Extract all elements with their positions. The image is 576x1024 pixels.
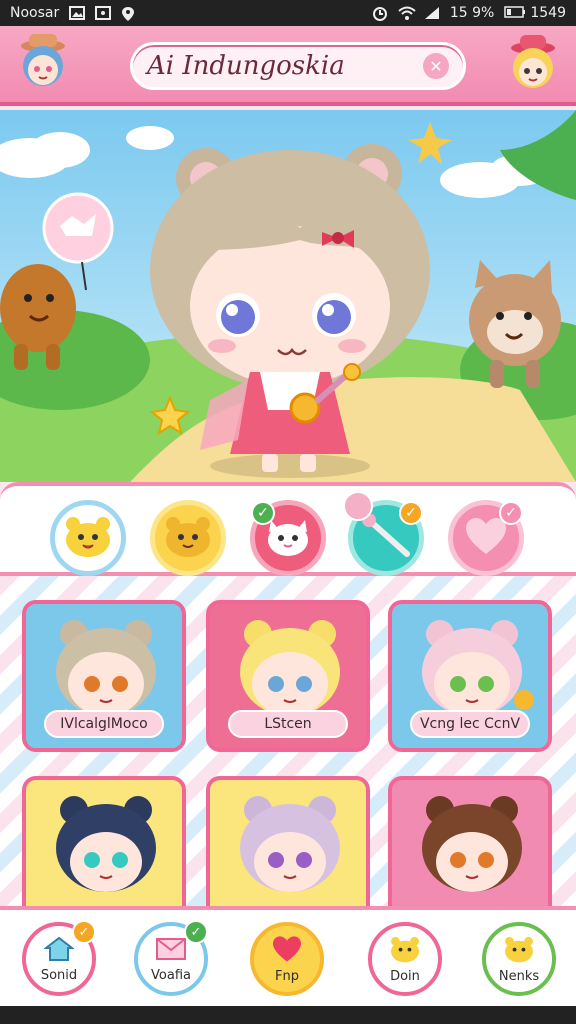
- lollipop-icon: [343, 491, 373, 521]
- clock: 1549: [530, 5, 566, 21]
- friend-avatar-icon[interactable]: [502, 32, 564, 94]
- image-icon: [69, 6, 86, 20]
- close-icon[interactable]: ✕: [423, 53, 449, 79]
- status-bar: Noosar 15 9% 1549: [0, 0, 576, 26]
- nav-nenks[interactable]: Nenks: [482, 922, 556, 996]
- bear-face-icon: [63, 514, 113, 562]
- card-label: LStcen: [228, 710, 348, 738]
- check-icon: ✓: [72, 920, 96, 944]
- character-grid: IVlcalglMoco LStcen Vcng lec CcnV: [0, 576, 576, 906]
- character-portrait: [56, 620, 156, 718]
- search-title: Ai Indungoskia: [147, 51, 345, 81]
- location-icon: [121, 6, 137, 21]
- bear-face-icon: [502, 935, 536, 967]
- home-icon: [43, 936, 75, 966]
- check-icon: ✓: [251, 501, 275, 525]
- heart-icon: [464, 516, 508, 560]
- character-portrait: [422, 620, 534, 716]
- character-card[interactable]: [206, 776, 370, 906]
- card-label: IVlcalglMoco: [44, 710, 164, 738]
- signal-icon: [424, 6, 440, 20]
- character-card[interactable]: [22, 776, 186, 906]
- check-icon: ✓: [399, 501, 423, 525]
- heart-action[interactable]: ✓: [448, 500, 524, 576]
- check-icon: ✓: [499, 501, 523, 525]
- character-card[interactable]: [388, 776, 552, 906]
- mail-icon: [155, 936, 187, 966]
- bear-face-action[interactable]: [50, 500, 126, 576]
- nav-label: Voafia: [151, 967, 191, 983]
- check-icon: ✓: [184, 920, 208, 944]
- bear-face-icon: [163, 514, 213, 562]
- card-label: Vcng lec CcnV: [410, 710, 530, 738]
- search-bar[interactable]: Ai Indungoskia ✕: [130, 42, 466, 90]
- character-portrait: [240, 620, 340, 716]
- bottom-nav: ✓ Sonid ✓ Voafia Fnp Doin Nenks: [0, 906, 576, 1006]
- nav-label: Fnp: [275, 968, 299, 984]
- profile-avatar-icon[interactable]: [12, 32, 74, 94]
- cat-face-action[interactable]: ✓: [250, 500, 326, 576]
- bear-face-yellow-action[interactable]: [150, 500, 226, 576]
- battery-percent: 15 9%: [449, 5, 495, 21]
- heart-icon: [271, 935, 303, 967]
- system-nav-bar: [0, 1006, 576, 1024]
- character-card[interactable]: LStcen: [206, 600, 370, 752]
- battery-icon: [504, 6, 526, 20]
- action-row: ✓ ✓ ✓: [0, 482, 576, 576]
- app-header: Ai Indungoskia ✕: [0, 26, 576, 106]
- photo-icon: [95, 6, 112, 20]
- nav-voafia[interactable]: ✓ Voafia: [134, 920, 208, 996]
- nav-label: Doin: [390, 968, 420, 984]
- nav-doin[interactable]: Doin: [368, 922, 442, 996]
- nav-label: Nenks: [498, 968, 540, 984]
- nav-sonid[interactable]: ✓ Sonid: [22, 920, 96, 996]
- character-card[interactable]: Vcng lec CcnV: [388, 600, 552, 752]
- nav-fnp[interactable]: Fnp: [250, 922, 324, 996]
- nav-label: Sonid: [40, 967, 78, 983]
- carrier-label: Noosar: [10, 5, 60, 21]
- character-portrait: [56, 796, 156, 892]
- wand-action[interactable]: ✓: [343, 491, 424, 576]
- bear-face-icon: [388, 935, 422, 967]
- character-card[interactable]: IVlcalglMoco: [22, 600, 186, 752]
- wifi-icon: [398, 6, 416, 20]
- character-scene: [0, 110, 576, 482]
- character-portrait: [422, 796, 522, 892]
- character-portrait: [240, 796, 340, 892]
- alarm-icon: [372, 6, 388, 21]
